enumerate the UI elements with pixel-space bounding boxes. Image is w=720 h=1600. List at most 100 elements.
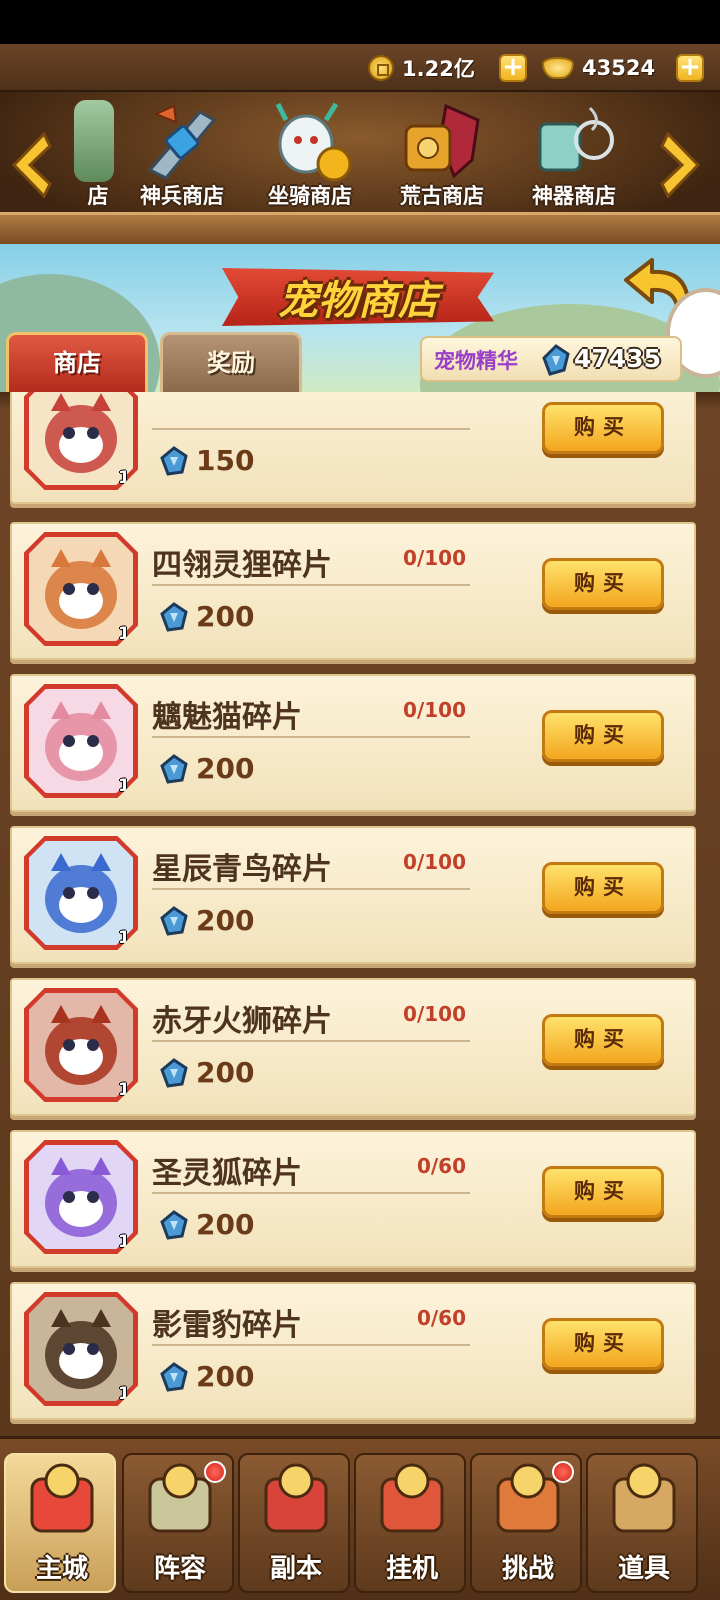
bottom-nav: 主城 阵容 副本 挂机 挑战 道具 (0, 1436, 720, 1600)
shop-item-card: 1 四翎灵狸碎片 0/100 200 购买 (10, 522, 696, 660)
item-progress: 0/100 (403, 546, 466, 570)
category-label: 神兵商店 (140, 184, 224, 208)
item-price: 200 (196, 1208, 255, 1241)
item-divider (152, 1192, 470, 1194)
tab-reward[interactable]: 奖励 (160, 332, 302, 392)
dungeon-icon (264, 1463, 328, 1533)
notification-dot (204, 1461, 226, 1483)
gold-ingot-icon (542, 57, 574, 79)
nav-dungeon[interactable]: 副本 (238, 1453, 350, 1593)
add-ingot-button[interactable]: + (676, 54, 704, 82)
shop-item-card: 1 圣灵狐碎片 0/60 200 购买 (10, 1130, 696, 1268)
buy-button[interactable]: 购买 (542, 558, 664, 610)
item-divider (152, 888, 470, 890)
essence-gem-icon (160, 1058, 188, 1088)
shop-category-ancient[interactable]: 荒古商店 (378, 98, 506, 216)
nav-label: 道具 (617, 1554, 670, 1584)
essence-label: 宠物精华 (434, 349, 518, 373)
essence-gem-icon (160, 1210, 188, 1240)
category-label: 神器商店 (532, 184, 616, 208)
gold-coin-icon (368, 55, 394, 81)
item-price: 200 (196, 904, 255, 937)
shop-item-card: 1 赤牙火狮碎片 0/100 200 购买 (10, 978, 696, 1116)
item-name: 圣灵狐碎片 (152, 1156, 302, 1191)
nav-idle[interactable]: 挂机 (354, 1453, 466, 1593)
shop-item-card: 1 星辰青鸟碎片 0/100 200 购买 (10, 826, 696, 964)
item-price: 200 (196, 1360, 255, 1393)
item-divider (152, 584, 470, 586)
item-list[interactable]: 1 150 购买 1 四翎灵狸碎片 0/100 200 购买 1 魑魅猫碎片 0… (0, 392, 720, 1436)
pet-essence-counter: 宠物精华 47435 (420, 336, 682, 382)
essence-gem-icon (160, 906, 188, 936)
nav-label: 挂机 (385, 1554, 438, 1584)
chevron-right-icon (660, 131, 701, 199)
add-gold-button[interactable]: + (499, 54, 527, 82)
item-divider (152, 1040, 470, 1042)
essence-gem-icon (542, 344, 570, 380)
pet-count: 1 (118, 468, 130, 488)
pet-portrait: 1 (24, 988, 138, 1102)
nav-items[interactable]: 道具 (586, 1453, 698, 1593)
nav-label: 阵容 (153, 1554, 206, 1584)
shop-category-artifact[interactable]: 神器商店 (510, 98, 638, 216)
item-divider (152, 736, 470, 738)
ingot-value: 43524 (582, 56, 656, 80)
gold-counter: 1.22亿 (368, 52, 475, 84)
pet-count: 1 (118, 1232, 130, 1252)
nav-challenge[interactable]: 挑战 (470, 1453, 582, 1593)
resource-bar: 1.22亿 + 43524 + (0, 44, 720, 92)
pet-count: 1 (118, 928, 130, 948)
item-divider (152, 428, 470, 430)
item-name: 影雷豹碎片 (152, 1308, 302, 1343)
nav-label: 挑战 (501, 1554, 554, 1584)
buy-button[interactable]: 购买 (542, 710, 664, 762)
essence-gem-icon (160, 1362, 188, 1392)
shop-item-card: 1 魑魅猫碎片 0/100 200 购买 (10, 674, 696, 812)
shop-item-card: 1 影雷豹碎片 0/60 200 购买 (10, 1282, 696, 1420)
nav-label: 副本 (269, 1554, 322, 1584)
pet-portrait: 1 (24, 684, 138, 798)
items-icon (612, 1463, 676, 1533)
artifact-icon (532, 100, 616, 182)
pet-count: 1 (118, 1080, 130, 1100)
buy-button[interactable]: 购买 (542, 862, 664, 914)
buy-button[interactable]: 购买 (542, 402, 664, 454)
pet-portrait: 1 (24, 532, 138, 646)
main-city-icon (30, 1463, 94, 1533)
item-name: 赤牙火狮碎片 (152, 1004, 332, 1039)
pet-portrait: 1 (24, 1140, 138, 1254)
essence-value: 47435 (574, 344, 661, 373)
pet-count: 1 (118, 624, 130, 644)
shop-category-strip: 店 神兵商店 坐骑商店 荒古商店 神器商店 (0, 92, 720, 244)
weapon-icon (140, 100, 224, 182)
nav-label: 主城 (35, 1554, 88, 1584)
item-progress: 0/100 (403, 1002, 466, 1026)
essence-gem-icon (160, 446, 188, 476)
tab-shop[interactable]: 商店 (6, 332, 148, 392)
essence-gem-icon (160, 602, 188, 632)
item-name: 魑魅猫碎片 (152, 700, 302, 735)
item-price: 200 (196, 600, 255, 633)
shop-category-mount[interactable]: 坐骑商店 (246, 98, 374, 216)
buy-button[interactable]: 购买 (542, 1014, 664, 1066)
pet-count: 1 (118, 1384, 130, 1404)
item-divider (152, 1344, 470, 1346)
notification-dot (552, 1461, 574, 1483)
pet-portrait: 1 (24, 836, 138, 950)
scroll-right-button[interactable] (660, 130, 704, 200)
title-banner: 宠物商店 (222, 258, 494, 332)
item-progress: 0/60 (416, 1154, 466, 1178)
shop-category-weapon[interactable]: 神兵商店 (118, 98, 246, 216)
item-progress: 0/60 (416, 1306, 466, 1330)
shop-header: 宠物商店 商店 奖励 宠物精华 47435 (0, 244, 720, 392)
pet-portrait: 1 (24, 392, 138, 490)
nav-lineup[interactable]: 阵容 (122, 1453, 234, 1593)
category-label: 荒古商店 (400, 184, 484, 208)
ancient-icon (400, 100, 484, 182)
buy-button[interactable]: 购买 (542, 1166, 664, 1218)
item-progress: 0/100 (403, 698, 466, 722)
nav-main-city[interactable]: 主城 (4, 1453, 116, 1593)
item-price: 200 (196, 1056, 255, 1089)
buy-button[interactable]: 购买 (542, 1318, 664, 1370)
item-price: 200 (196, 752, 255, 785)
